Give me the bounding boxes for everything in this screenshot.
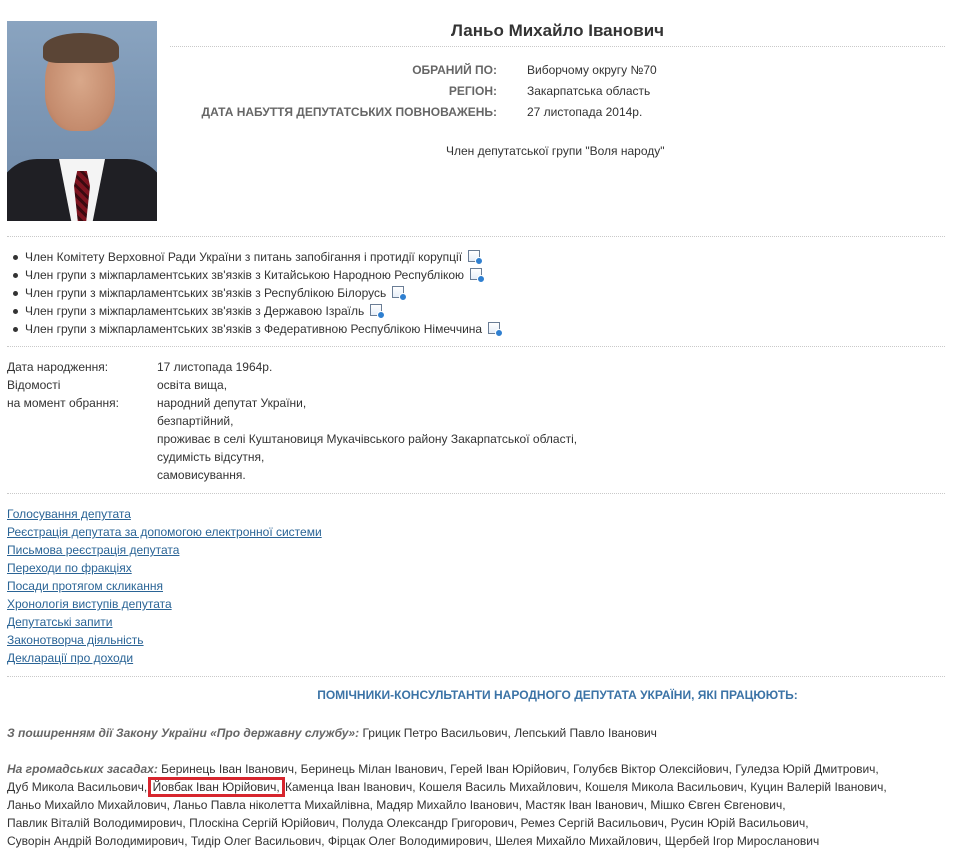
birth-date-label: Дата народження: — [7, 360, 109, 374]
membership-list: Член Комітету Верховної Ради України з п… — [11, 248, 504, 338]
document-icon[interactable] — [470, 267, 486, 283]
link-written-registration[interactable]: Письмова реєстрація депутата — [7, 543, 179, 557]
deputy-photo — [7, 21, 157, 221]
bullet-icon — [13, 326, 18, 332]
bullet-icon — [13, 308, 18, 314]
link-faction-transfers[interactable]: Переходи по фракціях — [7, 561, 132, 575]
info-line: судимість відсутня, — [157, 450, 265, 464]
link-inquiries[interactable]: Депутатські запити — [7, 615, 113, 629]
divider — [7, 493, 945, 494]
bullet-icon — [13, 290, 18, 296]
divider — [7, 236, 945, 237]
highlighted-assistant: Йовбак Іван Юрійович, — [147, 777, 285, 797]
public-assistants-line: Ланьо Михайло Михайлович, Ланьо Павла ні… — [7, 798, 786, 812]
divider — [7, 346, 945, 347]
membership-item: Член групи з міжпарламентських зв'язків … — [11, 302, 500, 320]
bullet-icon — [13, 254, 18, 260]
group-membership: Член депутатської групи "Воля народу" — [446, 144, 665, 158]
public-lead: На громадських засадах: — [7, 762, 158, 776]
info-line: безпартійний, — [157, 414, 234, 428]
link-voting[interactable]: Голосування депутата — [7, 507, 131, 521]
civil-service-lead: З поширенням дії Закону України «Про дер… — [7, 726, 360, 740]
info-label: на момент обрання: — [7, 396, 119, 410]
info-line: народний депутат України, — [157, 396, 307, 410]
deputy-name: Ланьо Михайло Іванович — [450, 21, 665, 40]
info-label: Відомості — [7, 378, 61, 392]
link-income-declarations[interactable]: Декларації про доходи — [7, 651, 133, 665]
membership-item: Член групи з міжпарламентських зв'язків … — [11, 266, 500, 284]
region-value: Закарпатська область — [527, 84, 651, 98]
document-icon[interactable] — [392, 285, 408, 301]
photo-hair — [43, 33, 119, 63]
deputy-links: Голосування депутата Реєстрація депутата… — [7, 505, 322, 667]
assistants-title: ПОМІЧНИКИ-КОНСУЛЬТАНТИ НАРОДНОГО ДЕПУТАТ… — [317, 688, 798, 702]
public-assistants-line: Павлик Віталій Володимирович, Плоскіна С… — [7, 816, 809, 830]
membership-item: Член Комітету Верховної Ради України з п… — [11, 248, 500, 266]
document-icon[interactable] — [468, 249, 484, 265]
divider — [170, 46, 945, 47]
bullet-icon — [13, 272, 18, 278]
membership-item: Член групи з міжпарламентських зв'язків … — [11, 320, 504, 338]
birth-date-value: 17 листопада 1964р. — [157, 360, 273, 374]
elected-by-label: ОБРАНИЙ ПО: — [412, 63, 497, 77]
link-electronic-registration[interactable]: Реєстрація депутата за допомогою електро… — [7, 525, 322, 539]
public-assistants-line: На громадських засадах: Беринець Іван Ів… — [7, 762, 879, 776]
elected-by-value: Виборчому округу №70 — [527, 63, 657, 77]
info-line: освіта вища, — [157, 378, 228, 392]
link-positions[interactable]: Посади протягом скликання — [7, 579, 163, 593]
civil-service-assistants: З поширенням дії Закону України «Про дер… — [7, 726, 947, 740]
divider — [7, 676, 945, 677]
document-icon[interactable] — [370, 303, 386, 319]
mandate-date-value: 27 листопада 2014р. — [527, 105, 643, 119]
info-line: проживає в селі Куштановиця Мукачівськог… — [157, 432, 578, 446]
membership-item: Член групи з міжпарламентських зв'язків … — [11, 284, 500, 302]
mandate-date-label: ДАТА НАБУТТЯ ДЕПУТАТСЬКИХ ПОВНОВАЖЕНЬ: — [201, 105, 497, 119]
link-speeches[interactable]: Хронологія виступів депутата — [7, 597, 172, 611]
civil-service-names: Грицик Петро Васильович, Лепський Павло … — [359, 726, 657, 740]
public-assistants-line: Суворін Андрій Володимирович, Тидір Олег… — [7, 834, 820, 848]
link-legislation[interactable]: Законотворча діяльність — [7, 633, 144, 647]
document-icon[interactable] — [488, 321, 504, 337]
info-line: самовисування. — [157, 468, 246, 482]
public-assistants-line: Дуб Микола Васильович, Йовбак Іван Юрійо… — [7, 777, 887, 797]
region-label: РЕГІОН: — [448, 84, 497, 98]
